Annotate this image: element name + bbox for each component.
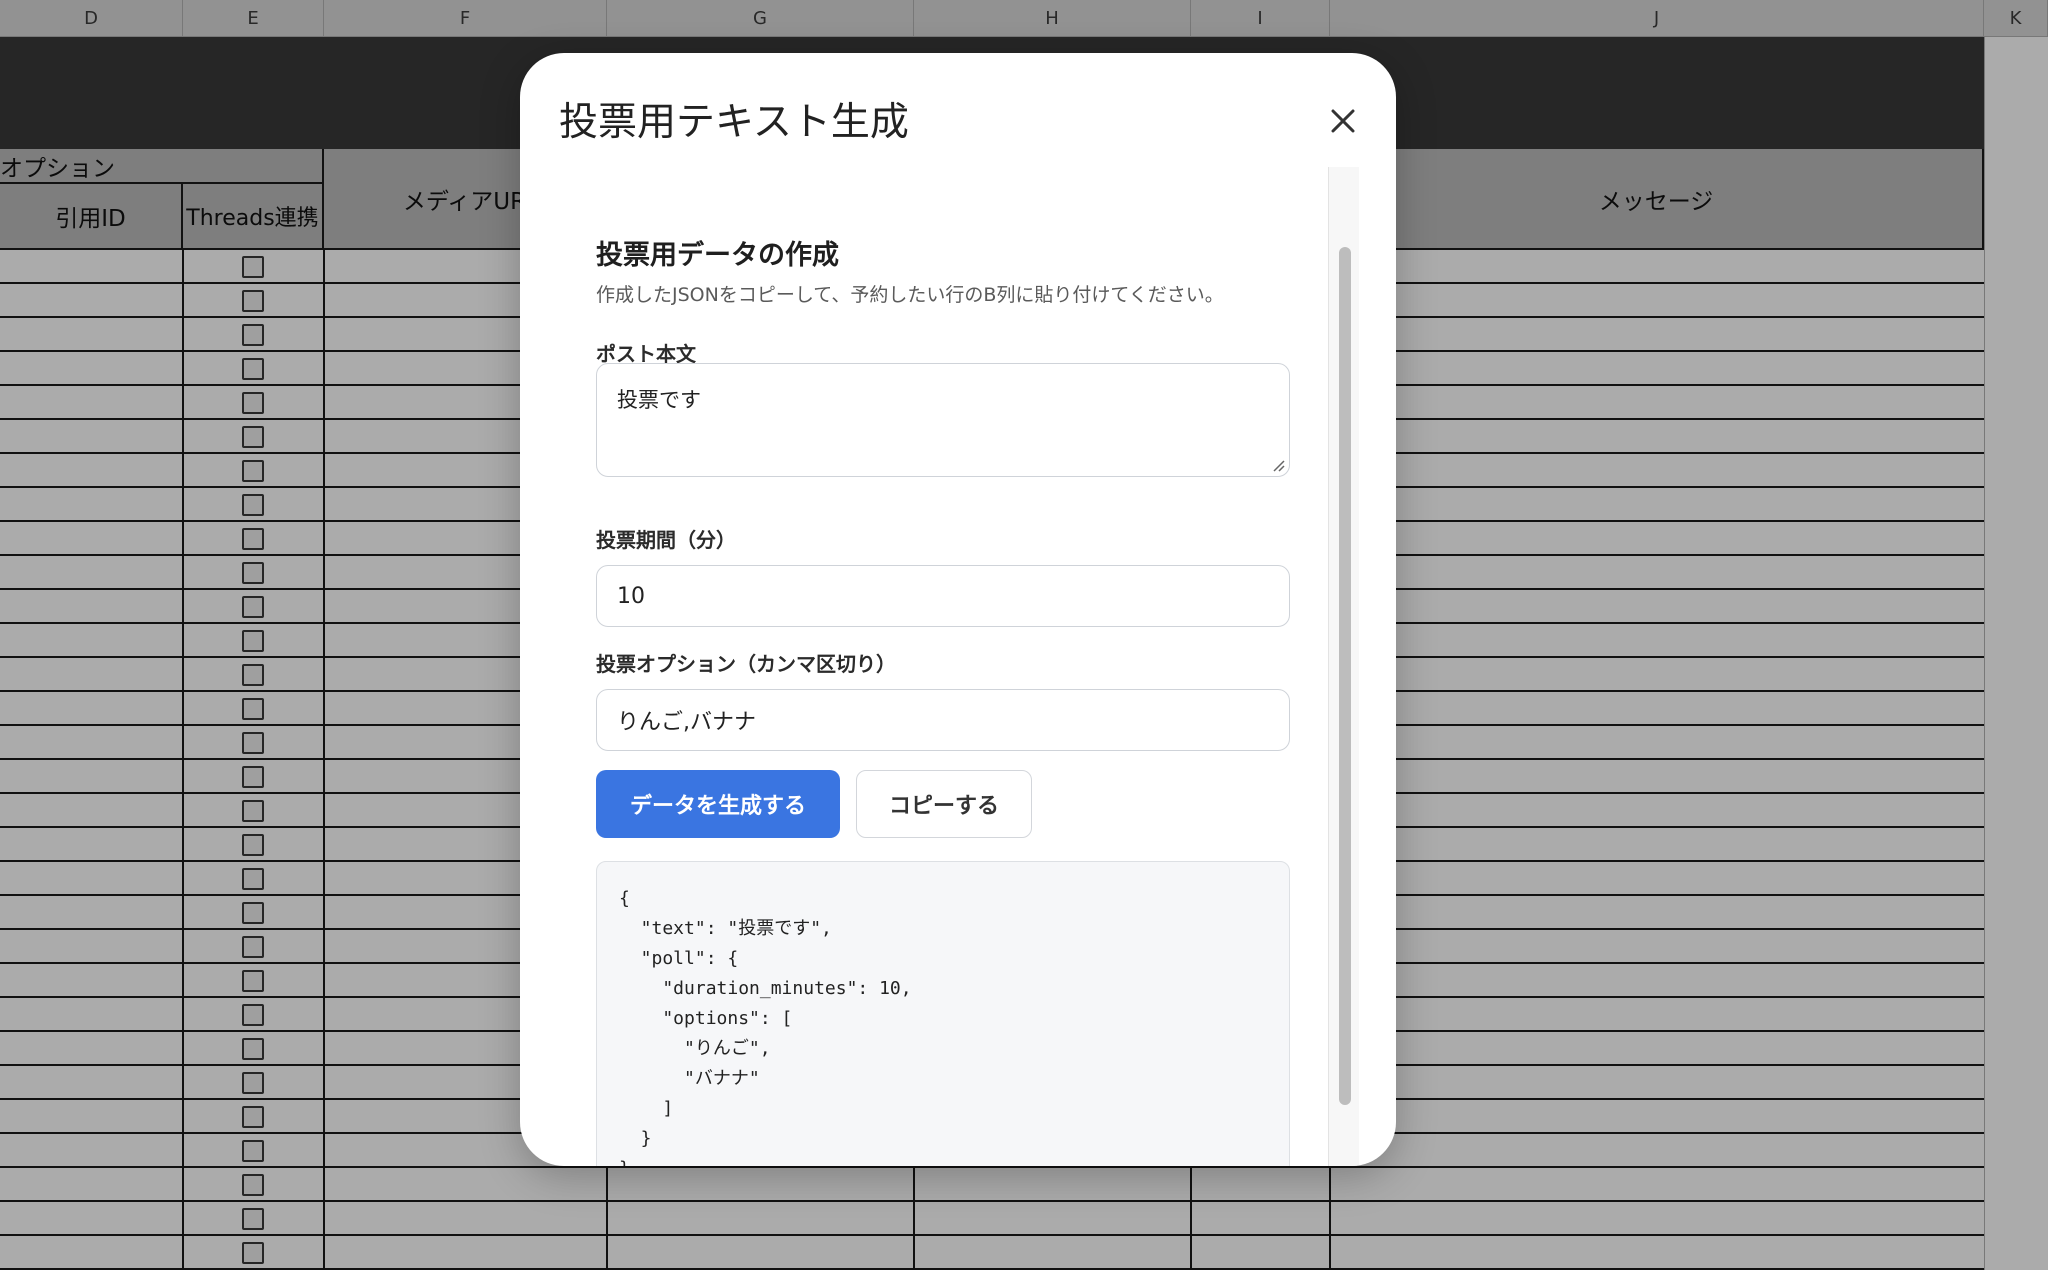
section-title: 投票用データの作成 bbox=[596, 240, 839, 271]
duration-input[interactable]: 10 bbox=[596, 565, 1290, 627]
section-description: 作成したJSONをコピーして、予約したい行のB列に貼り付けてください。 bbox=[596, 284, 1224, 306]
close-button[interactable] bbox=[1320, 98, 1366, 144]
resize-grip-icon[interactable] bbox=[1271, 458, 1285, 472]
generate-data-button[interactable]: データを生成する bbox=[596, 770, 840, 838]
scrollbar-thumb[interactable] bbox=[1339, 247, 1351, 1105]
duration-value: 10 bbox=[617, 583, 645, 609]
post-text-value: 投票です bbox=[617, 388, 701, 412]
options-input[interactable]: りんご,バナナ bbox=[596, 689, 1290, 751]
options-value: りんご,バナナ bbox=[617, 710, 756, 735]
json-output[interactable]: { "text": "投票です", "poll": { "duration_mi… bbox=[596, 861, 1290, 1166]
dialog-title: 投票用テキスト生成 bbox=[559, 100, 909, 145]
duration-label: 投票期間（分） bbox=[596, 528, 736, 552]
dialog-content: 投票用データの作成 作成したJSONをコピーして、予約したい行のB列に貼り付けて… bbox=[596, 163, 1291, 1166]
close-icon bbox=[1331, 109, 1355, 133]
options-label: 投票オプション（カンマ区切り） bbox=[596, 652, 896, 676]
post-text-textarea[interactable]: 投票です bbox=[596, 363, 1290, 477]
dialog-scrollbar[interactable] bbox=[1328, 167, 1359, 1166]
copy-button[interactable]: コピーする bbox=[856, 770, 1032, 838]
poll-text-dialog: 投票用テキスト生成 投票用データの作成 作成したJSONをコピーして、予約したい… bbox=[520, 53, 1396, 1166]
